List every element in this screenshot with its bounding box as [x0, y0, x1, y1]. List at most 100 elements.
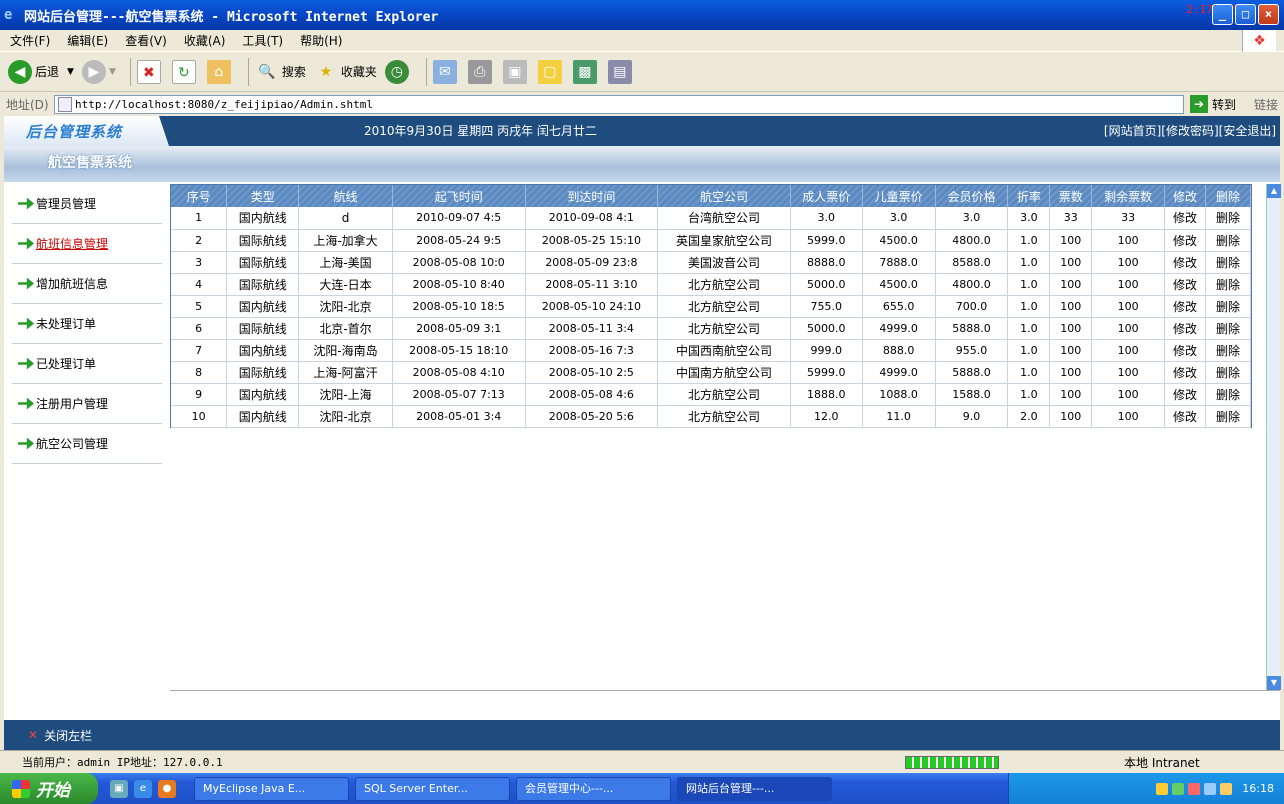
sidebar-item-admin[interactable]: 管理员管理 — [12, 184, 162, 224]
forward-dropdown-icon[interactable]: ▼ — [109, 67, 116, 77]
mail-icon: ✉ — [432, 59, 457, 84]
search-button[interactable]: 🔍 搜索 — [255, 60, 306, 84]
edit-link[interactable]: 修改 — [1164, 273, 1206, 296]
address-url: http://localhost:8080/z_feijipiao/Admin.… — [75, 98, 374, 111]
research-button[interactable]: ▤ — [607, 59, 635, 84]
table-cell: 4999.0 — [862, 361, 936, 384]
table-cell: 2008-05-11 3:4 — [525, 317, 659, 340]
scroll-down-icon[interactable]: ▼ — [1267, 676, 1281, 690]
sidebar-item-add-flight[interactable]: 增加航班信息 — [12, 264, 162, 304]
table-cell: 1088.0 — [862, 383, 936, 406]
sidebar-item-airlines[interactable]: 航空公司管理 — [12, 424, 162, 464]
delete-link[interactable]: 删除 — [1205, 383, 1251, 406]
forward-button[interactable]: ▶ ▼ — [81, 59, 116, 84]
tray-shield-icon[interactable] — [1220, 782, 1233, 795]
edit-link[interactable]: 修改 — [1164, 317, 1206, 340]
favorites-button[interactable]: ★ 收藏夹 — [314, 60, 377, 84]
home-button[interactable]: ⌂ — [206, 59, 234, 84]
column-header: 到达时间 — [525, 185, 659, 207]
windows-flag-icon — [12, 779, 30, 798]
table-cell: 2.0 — [1007, 405, 1051, 428]
edit-button[interactable]: ▣ — [502, 59, 530, 84]
sidebar-item-processed-orders[interactable]: 已处理订单 — [12, 344, 162, 384]
ie-window: e 网站后台管理---航空售票系统 - Microsoft Internet E… — [0, 0, 1284, 773]
delete-link[interactable]: 删除 — [1205, 317, 1251, 340]
vertical-scrollbar[interactable]: ▲ ▼ — [1266, 184, 1281, 690]
table-cell: 大连-日本 — [298, 273, 393, 296]
back-button[interactable]: ◀ 后退 ▼ — [8, 59, 74, 84]
minimize-button[interactable]: _ — [1212, 4, 1233, 25]
menu-help[interactable]: 帮助(H) — [300, 32, 342, 49]
tray-volume-icon[interactable] — [1204, 782, 1217, 795]
task-member-center[interactable]: 会员管理中心---... — [516, 776, 671, 801]
close-x-icon[interactable]: ✕ — [28, 728, 38, 742]
stop-button[interactable]: ✖ — [136, 59, 164, 84]
tray-network-icon[interactable] — [1172, 782, 1185, 795]
delete-link[interactable]: 删除 — [1205, 207, 1251, 230]
sidebar-item-pending-orders[interactable]: 未处理订单 — [12, 304, 162, 344]
table-cell: 美国波音公司 — [657, 251, 791, 274]
refresh-button[interactable]: ↻ — [171, 59, 199, 84]
close-sidebar-link[interactable]: 关闭左栏 — [44, 727, 92, 744]
go-button[interactable]: ➔ 转到 — [1190, 95, 1236, 113]
address-input[interactable]: http://localhost:8080/z_feijipiao/Admin.… — [54, 95, 1184, 114]
table-cell: 沈阳-海南岛 — [298, 339, 393, 362]
maximize-button[interactable]: □ — [1235, 4, 1256, 25]
menu-view[interactable]: 查看(V) — [125, 32, 167, 49]
table-cell: 中国西南航空公司 — [657, 339, 791, 362]
edit-link[interactable]: 修改 — [1164, 251, 1206, 274]
quicklaunch-desktop-icon[interactable]: ▣ — [110, 779, 128, 798]
quicklaunch-ie-icon[interactable]: e — [134, 779, 152, 798]
table-row: 8 国际航线 上海-阿富汗 2008-05-08 4:10 2008-05-10 2:5… — [171, 361, 1251, 384]
table-cell: 8 — [171, 361, 228, 384]
quicklaunch-firefox-icon[interactable]: ● — [158, 779, 176, 798]
title-bar: e 网站后台管理---航空售票系统 - Microsoft Internet E… — [0, 0, 1284, 30]
media-button[interactable]: ▩ — [572, 59, 600, 84]
menu-file[interactable]: 文件(F) — [10, 32, 50, 49]
delete-link[interactable]: 删除 — [1205, 295, 1251, 318]
start-button[interactable]: 开始 — [0, 773, 98, 804]
history-button[interactable]: ◷ — [384, 59, 412, 84]
task-myeclipse[interactable]: MyEclipse Java E... — [194, 776, 349, 801]
tray-security-icon[interactable] — [1188, 782, 1201, 795]
mail-button[interactable]: ✉ — [432, 59, 460, 84]
task-admin-site[interactable]: 网站后台管理---... — [677, 776, 832, 801]
go-label: 转到 — [1212, 97, 1237, 112]
back-label: 后退 — [35, 65, 60, 79]
column-header: 成人票价 — [790, 185, 863, 207]
column-header: 折率 — [1007, 185, 1051, 207]
links-label[interactable]: 链接 — [1254, 96, 1278, 113]
window-title: 网站后台管理---航空售票系统 - Microsoft Internet Exp… — [24, 9, 439, 25]
edit-link[interactable]: 修改 — [1164, 229, 1206, 252]
task-sqlserver[interactable]: SQL Server Enter... — [355, 776, 510, 801]
toolbar-separator — [129, 57, 131, 86]
delete-link[interactable]: 删除 — [1205, 273, 1251, 296]
back-dropdown-icon[interactable]: ▼ — [67, 67, 74, 77]
menu-edit[interactable]: 编辑(E) — [67, 32, 108, 49]
delete-link[interactable]: 删除 — [1205, 229, 1251, 252]
table-cell: 上海-阿富汗 — [298, 361, 393, 384]
print-button[interactable]: ⎙ — [467, 59, 495, 84]
discuss-button[interactable]: ▢ — [537, 59, 565, 84]
edit-link[interactable]: 修改 — [1164, 207, 1206, 230]
table-cell: 9 — [171, 383, 228, 406]
delete-link[interactable]: 删除 — [1205, 361, 1251, 384]
delete-link[interactable]: 删除 — [1205, 251, 1251, 274]
sidebar-item-users[interactable]: 注册用户管理 — [12, 384, 162, 424]
edit-link[interactable]: 修改 — [1164, 361, 1206, 384]
close-button[interactable]: × — [1258, 4, 1279, 25]
edit-link[interactable]: 修改 — [1164, 295, 1206, 318]
menu-favorites[interactable]: 收藏(A) — [184, 32, 226, 49]
edit-link[interactable]: 修改 — [1164, 405, 1206, 428]
table-cell: 沈阳-上海 — [298, 383, 393, 406]
tray-qq-icon[interactable] — [1156, 782, 1169, 795]
scroll-up-icon[interactable]: ▲ — [1267, 184, 1281, 198]
edit-link[interactable]: 修改 — [1164, 339, 1206, 362]
edit-link[interactable]: 修改 — [1164, 383, 1206, 406]
table-cell: 北京-首尔 — [298, 317, 393, 340]
header-links[interactable]: [网站首页][修改密码][安全退出] — [1104, 122, 1276, 139]
delete-link[interactable]: 删除 — [1205, 339, 1251, 362]
sidebar-item-flights[interactable]: 航班信息管理 — [12, 224, 162, 264]
menu-tools[interactable]: 工具(T) — [242, 32, 283, 49]
delete-link[interactable]: 删除 — [1205, 405, 1251, 428]
